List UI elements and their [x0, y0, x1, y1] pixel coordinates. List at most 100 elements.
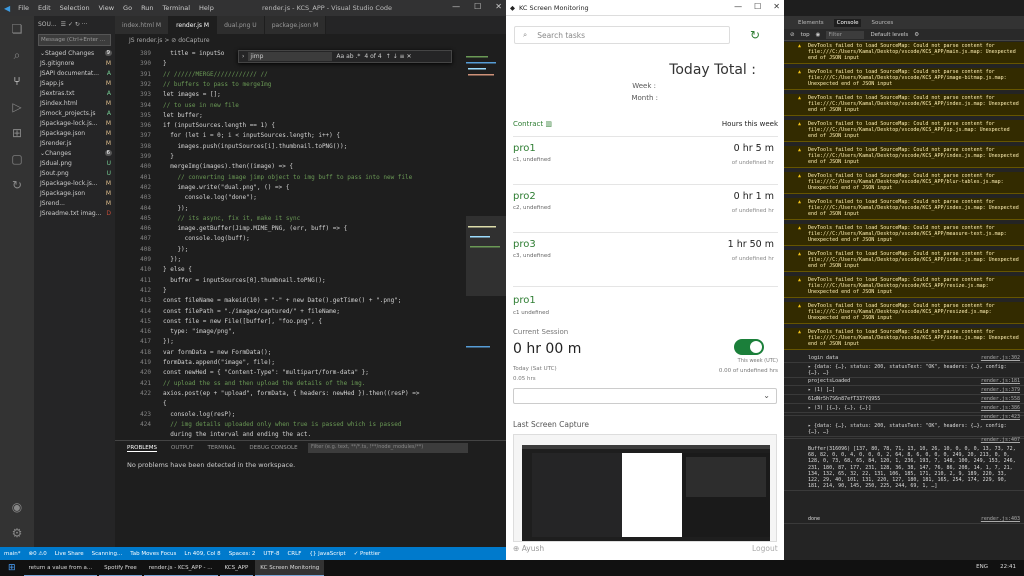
language-indicator[interactable]: ENG	[976, 564, 988, 570]
files-icon[interactable]: ❏	[0, 16, 34, 42]
status-item[interactable]: ⊗0 ⚠0	[29, 551, 47, 557]
panel-tab[interactable]: DEBUG CONSOLE	[249, 445, 297, 451]
console-log[interactable]: projectsLoaded render.js:181	[784, 377, 1024, 387]
file-row[interactable]: JS app.js M	[34, 78, 115, 88]
taskbar-item[interactable]: return a value from a...	[23, 560, 98, 576]
editor-tab[interactable]: dual.png U	[217, 16, 265, 34]
status-item[interactable]: Ln 409, Col 8	[184, 551, 220, 557]
project-row[interactable]: pro2 c2, undefined 0 hr 1 m of undefined hr	[513, 184, 778, 226]
file-row[interactable]: JS dual.png U	[34, 158, 115, 168]
console-filter-input[interactable]: Filter	[826, 30, 865, 39]
log-source[interactable]: render.js:558	[981, 396, 1020, 402]
file-row[interactable]: JS render.js M	[34, 138, 115, 148]
status-item[interactable]: ✓ Prettier	[354, 551, 381, 557]
search-icon[interactable]: ⌕	[0, 42, 34, 68]
problems-filter-input[interactable]: Filter (e.g. text, **/*.ts, !**/node_mod…	[308, 443, 468, 453]
menu-item[interactable]: View	[99, 4, 114, 12]
file-row[interactable]: JS package.json M	[34, 128, 115, 138]
console-log[interactable]: render.js:407	[784, 436, 1024, 443]
minimize-icon[interactable]: —	[452, 2, 460, 11]
maximize-icon[interactable]: ☐	[754, 2, 761, 11]
status-item[interactable]: Spaces: 2	[229, 551, 256, 557]
log-source[interactable]: render.js:302	[981, 355, 1020, 361]
file-row[interactable]: JS readme.txt imag... D	[34, 208, 115, 218]
account-icon[interactable]: ◉	[0, 494, 34, 520]
source-control-icon[interactable]: ⑂	[0, 68, 34, 94]
status-item[interactable]: {} JavaScript	[309, 551, 345, 557]
menu-item[interactable]: Edit	[38, 4, 51, 12]
panel-tab[interactable]: OUTPUT	[171, 445, 193, 451]
menu-item[interactable]: Go	[123, 4, 132, 12]
context-select[interactable]: top	[801, 32, 810, 38]
status-item[interactable]: Live Share	[55, 551, 84, 557]
settings-gear-icon[interactable]: ⚙	[0, 520, 34, 546]
minimap[interactable]	[462, 46, 506, 440]
tracking-toggle[interactable]	[734, 339, 764, 355]
status-item[interactable]: Tab Moves Focus	[130, 551, 176, 557]
start-icon[interactable]: ⊞	[0, 563, 24, 573]
file-row[interactable]: JS package.json M	[34, 188, 115, 198]
console-log[interactable]: Buffer(316096) [137, 80, 78, 71, 13, 10,…	[784, 445, 1024, 492]
panel-tab[interactable]: TERMINAL	[207, 445, 235, 451]
panel-tab[interactable]: PROBLEMS	[127, 445, 158, 452]
log-source[interactable]: render.js:423	[981, 414, 1020, 420]
console-log[interactable]: done render.js:403	[784, 515, 1024, 525]
console-log[interactable]: render.js:423	[784, 413, 1024, 420]
devtools-tab[interactable]: Elements	[798, 20, 824, 26]
sidebar-actions[interactable]: ☰ ✓ ↻ ···	[61, 21, 88, 28]
minimize-icon[interactable]: —	[734, 2, 742, 11]
log-source[interactable]: render.js:386	[981, 405, 1020, 411]
log-source[interactable]: render.js:181	[981, 378, 1020, 384]
console-log[interactable]: login data render.js:302	[784, 354, 1024, 364]
log-source[interactable]: render.js:379	[981, 387, 1020, 393]
close-icon[interactable]: ✕	[773, 2, 780, 11]
file-row[interactable]: JS package-lock.js... M	[34, 178, 115, 188]
close-icon[interactable]: ✕	[495, 2, 502, 11]
file-row[interactable]: JS extras.txt A	[34, 88, 115, 98]
file-row[interactable]: JS API documentat... A	[34, 68, 115, 78]
changes-header[interactable]: ⌄ Changes 6	[34, 148, 115, 158]
devtools-tab[interactable]: Console	[833, 18, 862, 27]
console-log[interactable]: ▸ (3) [{…}, {…}, {…}] render.js:386	[784, 404, 1024, 414]
log-source[interactable]: render.js:403	[981, 516, 1020, 522]
find-input[interactable]: jimp	[248, 52, 333, 61]
devtools-tab[interactable]: Sources	[871, 20, 893, 26]
status-item[interactable]: Scanning...	[92, 551, 123, 557]
taskbar-item[interactable]: Spotify Free	[99, 560, 142, 576]
remote-explorer-icon[interactable]: ▢	[0, 146, 34, 172]
live-share-icon[interactable]: ↻	[0, 172, 34, 198]
file-row[interactable]: JS index.html M	[34, 98, 115, 108]
editor-tab[interactable]: render.js M	[169, 16, 218, 34]
find-nav-icons[interactable]: ↑ ↓ ≡ ✕	[386, 53, 412, 60]
file-row[interactable]: JS package-lock.js... M	[34, 118, 115, 128]
taskbar-item[interactable]: KCS_APP	[219, 560, 254, 576]
taskbar-item[interactable]: KC Screen Monitoring	[255, 560, 325, 576]
contract-label[interactable]: Contract ▥	[513, 120, 552, 132]
file-row[interactable]: JS mock_projects.js A	[34, 108, 115, 118]
project-row[interactable]: pro1 c1, undefined 0 hr 5 m of undefined hr	[513, 136, 778, 178]
chevron-right-icon[interactable]: ›	[242, 53, 244, 60]
console-log[interactable]: ▸ (1) […] render.js:379	[784, 386, 1024, 396]
refresh-icon[interactable]: ↻	[750, 28, 760, 42]
status-item[interactable]: main*	[4, 551, 21, 557]
last-capture-thumbnail[interactable]	[513, 434, 777, 542]
maximize-icon[interactable]: ☐	[474, 2, 481, 11]
commit-message-input[interactable]: Message (Ctrl+Enter ...	[38, 34, 111, 46]
log-source[interactable]: render.js:407	[981, 437, 1020, 443]
search-box[interactable]: ⌕ Search tasks	[514, 26, 730, 44]
file-row[interactable]: JS rend... M	[34, 198, 115, 208]
run-debug-icon[interactable]: ▷	[0, 94, 34, 120]
clock[interactable]: 22:41	[1000, 564, 1016, 570]
task-select[interactable]: ⌄	[513, 388, 777, 404]
search-input[interactable]: Search tasks	[537, 31, 585, 40]
status-item[interactable]: UTF-8	[263, 551, 279, 557]
status-item[interactable]: CRLF	[287, 551, 301, 557]
menu-item[interactable]: Run	[141, 4, 153, 12]
extensions-icon[interactable]: ⊞	[0, 120, 34, 146]
logout-button[interactable]: Logout	[752, 544, 778, 553]
settings-icon[interactable]: ⚙	[914, 32, 919, 38]
editor-tab[interactable]: index.html M	[115, 16, 170, 34]
editor-tab[interactable]: package.json M	[264, 16, 327, 34]
file-row[interactable]: JS .gitignore M	[34, 58, 115, 68]
code-editor[interactable]: 389 title = inputSo 390} 391 // //////MERGE…	[115, 46, 506, 440]
